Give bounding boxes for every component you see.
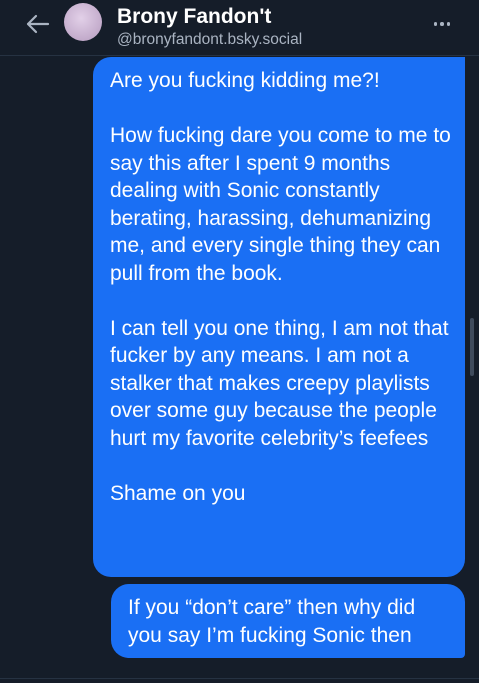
divider	[0, 678, 479, 679]
more-horizontal-icon	[440, 22, 444, 26]
avatar[interactable]	[64, 3, 102, 41]
back-button[interactable]	[20, 9, 54, 39]
more-horizontal-icon	[446, 22, 451, 26]
message-bubble[interactable]: If you “don’t care” then why did you say…	[111, 584, 465, 658]
display-name[interactable]: Brony Fandon't	[117, 5, 271, 29]
more-horizontal-icon	[433, 22, 438, 26]
scrollbar[interactable]	[470, 318, 474, 376]
user-handle: @bronyfandont.bsky.social	[117, 31, 303, 48]
more-options-button[interactable]	[428, 14, 456, 34]
conversation-header: Brony Fandon't @bronyfandont.bsky.social	[0, 0, 479, 56]
message-bubble[interactable]: Are you fucking kidding me?! How fucking…	[93, 57, 465, 577]
arrow-left-icon	[26, 14, 50, 34]
